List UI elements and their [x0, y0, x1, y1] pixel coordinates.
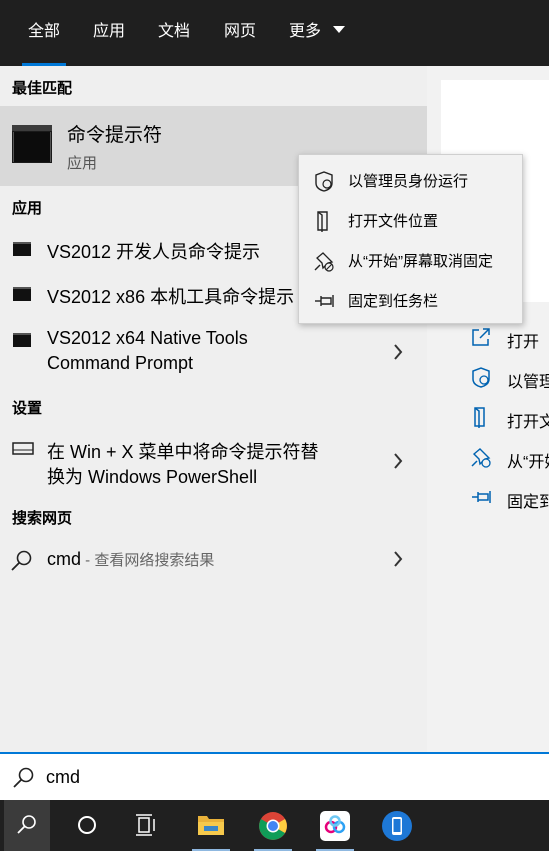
- web-search-label: cmd - 查看网络搜索结果: [47, 549, 214, 570]
- preview-action-label: 固定到: [507, 494, 549, 511]
- baidu-netdisk-icon: [320, 811, 350, 841]
- app-label: VS2012 开发人员命令提示: [47, 242, 261, 262]
- file-explorer-icon: [198, 816, 224, 835]
- search-box: [0, 752, 549, 800]
- taskbar-task-view-button[interactable]: [123, 800, 169, 851]
- tab-label: 应用: [93, 23, 126, 40]
- unpin-icon: [471, 448, 491, 468]
- tab-web[interactable]: 网页: [224, 0, 256, 66]
- list-item[interactable]: VS2012 x64 Native Tools Command Prompt: [0, 320, 427, 380]
- taskbar-search-button[interactable]: [4, 800, 50, 851]
- keyboard-icon: [12, 442, 34, 455]
- chevron-down-icon: [333, 26, 346, 33]
- section-best-match: 最佳匹配: [12, 80, 73, 97]
- preview-action-label: 打开: [507, 334, 540, 351]
- open-icon: [472, 328, 490, 346]
- section-settings: 设置: [12, 400, 43, 417]
- menu-item-label: 从“开始”屏幕取消固定: [348, 253, 493, 270]
- menu-item-label: 以管理员身份运行: [348, 173, 469, 190]
- taskbar-phone-app[interactable]: [374, 800, 420, 851]
- section-web-search: 搜索网页: [12, 510, 73, 527]
- menu-item-pin-taskbar[interactable]: 固定到任务栏: [299, 281, 522, 319]
- phone-app-icon: [382, 811, 412, 841]
- tab-more[interactable]: 更多: [289, 0, 346, 66]
- menu-item-open-location[interactable]: 打开文件位置: [299, 201, 522, 239]
- menu-item-run-as-admin[interactable]: 以管理员身份运行: [299, 161, 522, 199]
- search-icon: [11, 550, 32, 571]
- context-menu: 以管理员身份运行 打开文件位置 从“开始”屏幕取消固定 固定到任务栏: [298, 154, 523, 324]
- shield-icon: [472, 367, 490, 388]
- menu-item-unpin-start[interactable]: 从“开始”屏幕取消固定: [299, 241, 522, 279]
- tab-documents[interactable]: 文档: [158, 0, 190, 66]
- preview-action-label: 以管理: [507, 374, 549, 391]
- search-input[interactable]: [46, 762, 526, 792]
- shield-icon: [315, 171, 333, 192]
- file-location-icon: [474, 407, 485, 428]
- command-prompt-icon: [13, 333, 31, 347]
- preview-action-run-as-admin[interactable]: 以管理: [470, 366, 549, 392]
- section-apps: 应用: [12, 200, 43, 217]
- file-location-icon: [317, 211, 328, 232]
- preview-action-label: 打开文: [507, 414, 549, 431]
- chrome-icon: [259, 812, 287, 840]
- tab-label: 全部: [28, 23, 61, 40]
- taskbar-baidu-netdisk[interactable]: [312, 800, 358, 851]
- tab-apps[interactable]: 应用: [93, 0, 125, 66]
- app-label: VS2012 x86 本机工具命令提示: [47, 287, 295, 307]
- preview-action-label: 从“开始: [507, 454, 549, 471]
- best-match-subtitle: 应用: [67, 155, 98, 172]
- pin-icon: [472, 491, 491, 503]
- best-match-title: 命令提示符: [67, 125, 163, 146]
- tab-label: 更多: [289, 23, 322, 40]
- web-search-suffix: - 查看网络搜索结果: [81, 552, 215, 569]
- list-item[interactable]: 在 Win + X 菜单中将命令提示符替 换为 Windows PowerShe…: [0, 430, 427, 492]
- command-prompt-icon: [13, 287, 31, 301]
- taskbar-chrome[interactable]: [250, 800, 296, 851]
- tab-label: 网页: [224, 23, 257, 40]
- task-view-icon: [136, 814, 155, 836]
- search-icon: [17, 815, 36, 834]
- preview-action-unpin-start[interactable]: 从“开始: [470, 446, 549, 472]
- taskbar-file-explorer[interactable]: [188, 800, 234, 851]
- chevron-right-icon[interactable]: [393, 453, 403, 469]
- taskbar: [0, 800, 549, 851]
- search-icon: [13, 767, 34, 788]
- chevron-right-icon[interactable]: [393, 344, 403, 360]
- setting-label-line2: 换为 Windows PowerShell: [47, 467, 258, 487]
- chevron-right-icon[interactable]: [393, 551, 403, 567]
- app-label-line2: Command Prompt: [47, 353, 194, 373]
- web-search-item[interactable]: cmd - 查看网络搜索结果: [0, 540, 427, 580]
- tab-all[interactable]: 全部: [22, 0, 67, 66]
- tab-label: 文档: [158, 23, 191, 40]
- search-filter-tabs: 全部 应用 文档 网页 更多: [0, 0, 549, 66]
- preview-action-pin-taskbar[interactable]: 固定到: [470, 486, 549, 512]
- menu-item-label: 固定到任务栏: [348, 293, 439, 310]
- setting-label-line1: 在 Win + X 菜单中将命令提示符替: [47, 442, 319, 462]
- preview-action-open-location[interactable]: 打开文: [470, 406, 549, 432]
- preview-action-open[interactable]: 打开: [470, 326, 549, 352]
- menu-item-label: 打开文件位置: [348, 213, 439, 230]
- taskbar-cortana-button[interactable]: [64, 800, 110, 851]
- command-prompt-icon: [12, 125, 52, 163]
- web-search-query: cmd: [47, 549, 82, 569]
- command-prompt-icon: [13, 242, 31, 256]
- app-label-line1: VS2012 x64 Native Tools: [47, 328, 248, 348]
- cortana-icon: [78, 816, 96, 834]
- pin-icon: [315, 295, 334, 307]
- unpin-icon: [314, 252, 334, 272]
